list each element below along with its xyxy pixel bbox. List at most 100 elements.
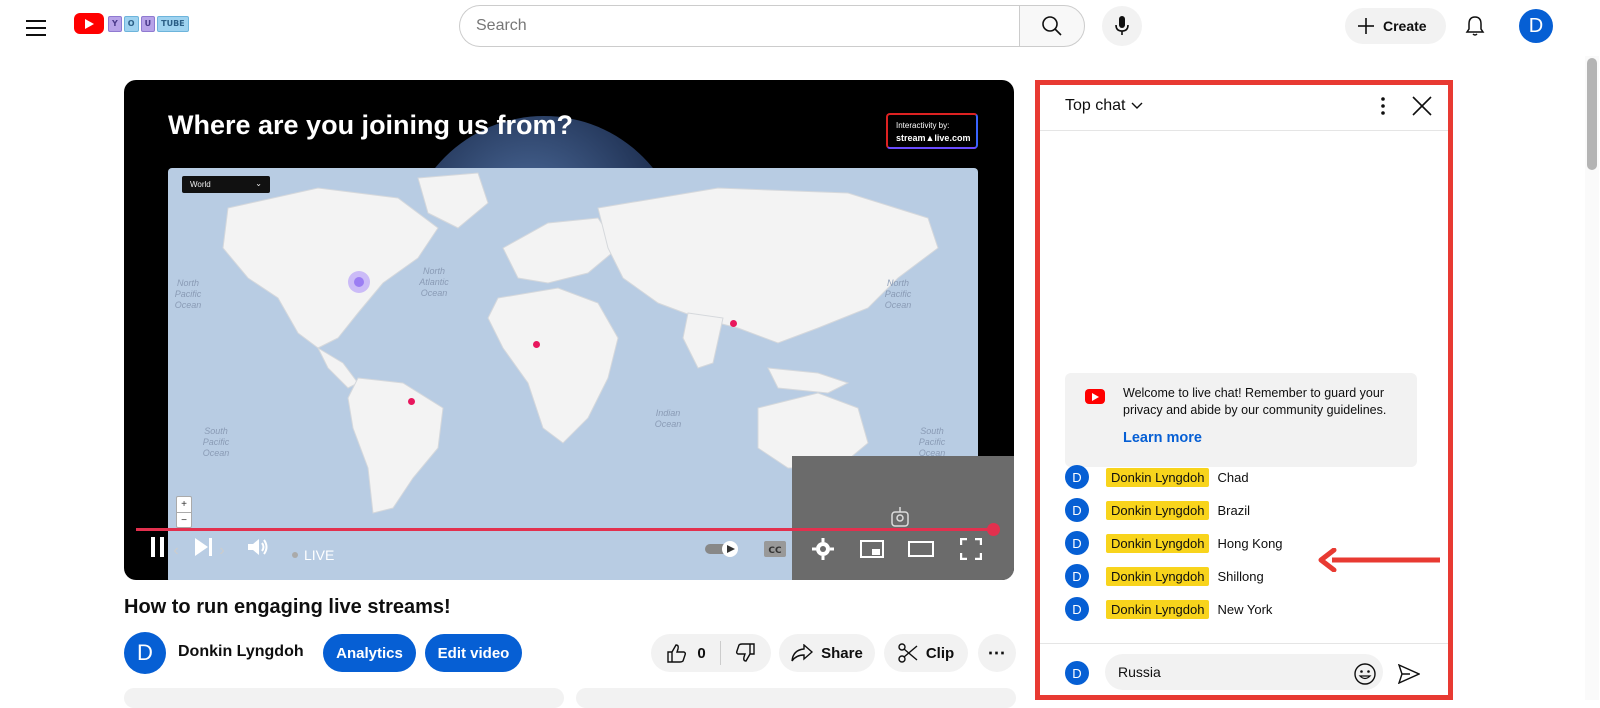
analytics-button[interactable]: Analytics — [323, 634, 416, 672]
notifications-button[interactable] — [1455, 6, 1495, 46]
comments-card — [576, 688, 1016, 708]
search-button[interactable] — [1019, 5, 1085, 47]
message-author[interactable]: Donkin Lyngdoh — [1106, 599, 1210, 619]
like-button[interactable]: 0 — [667, 641, 721, 665]
chat-input-avatar: D — [1065, 661, 1089, 685]
ocean-label: North Pacific Ocean — [174, 278, 202, 310]
overlay-title: Where are you joining us from? — [168, 110, 574, 140]
chat-message: D Donkin Lyngdoh Hong Kong — [1065, 530, 1283, 556]
create-button[interactable]: Create — [1345, 8, 1446, 44]
map-zoom-control[interactable]: + − — [176, 496, 192, 528]
message-author[interactable]: Donkin Lyngdoh — [1106, 533, 1210, 553]
gear-icon — [812, 538, 834, 560]
message-avatar[interactable]: D — [1065, 498, 1089, 522]
send-icon — [1398, 664, 1420, 684]
map-dot-hong-kong — [730, 320, 737, 327]
send-button[interactable] — [1395, 660, 1423, 688]
map-region-select[interactable]: World ⌄ — [182, 176, 270, 193]
hamburger-menu-icon[interactable] — [16, 8, 56, 48]
like-dislike-group: 0 — [651, 634, 771, 672]
voice-search-button[interactable] — [1102, 6, 1142, 46]
message-author[interactable]: Donkin Lyngdoh — [1106, 467, 1210, 487]
autoplay-toggle[interactable] — [704, 538, 742, 560]
clip-label: Clip — [925, 644, 955, 662]
masthead: Y O U TUBE Create D — [0, 0, 1600, 56]
more-vertical-icon — [1381, 97, 1385, 115]
share-button[interactable]: Share — [779, 634, 875, 672]
progress-bar[interactable] — [136, 528, 994, 531]
message-text: Chad — [1217, 469, 1249, 485]
youtube-play-icon — [1085, 389, 1105, 404]
zoom-out-button[interactable]: − — [177, 513, 191, 528]
chat-input-row: D — [1037, 643, 1452, 701]
chat-message-input[interactable] — [1105, 654, 1383, 690]
page-scrollbar[interactable] — [1585, 56, 1599, 700]
chat-message: D Donkin Lyngdoh New York — [1065, 596, 1272, 622]
close-chat-button[interactable] — [1409, 93, 1435, 119]
search-input[interactable] — [459, 5, 1019, 47]
scrollbar-thumb[interactable] — [1587, 58, 1597, 170]
map-region-value: World — [190, 180, 211, 189]
learn-more-link[interactable]: Learn more — [1123, 430, 1202, 446]
cc-icon: CC — [764, 541, 786, 557]
message-author[interactable]: Donkin Lyngdoh — [1106, 500, 1210, 520]
volume-button[interactable] — [244, 533, 272, 561]
interactivity-label: Interactivity by: — [896, 121, 950, 130]
close-icon — [1412, 96, 1432, 116]
live-indicator[interactable]: LIVE — [292, 547, 334, 563]
channel-avatar[interactable]: D — [124, 632, 166, 674]
message-text: Shillong — [1217, 568, 1264, 584]
live-chat-panel: Top chat Welcome to live chat! Remember … — [1036, 80, 1453, 700]
next-button[interactable] — [192, 535, 216, 559]
theater-mode-button[interactable] — [908, 536, 934, 562]
pause-button[interactable] — [146, 535, 170, 559]
chat-mode-dropdown[interactable]: Top chat — [1065, 97, 1143, 115]
ocean-label: South Pacific Ocean — [918, 426, 946, 458]
more-actions-button[interactable]: ⋯ — [978, 634, 1016, 672]
microphone-icon — [1115, 16, 1129, 35]
message-author[interactable]: Donkin Lyngdoh — [1106, 566, 1210, 586]
chat-message: D Donkin Lyngdoh Shillong — [1065, 563, 1264, 589]
logo-tile: Y — [108, 15, 122, 32]
edit-video-button[interactable]: Edit video — [425, 634, 522, 672]
pause-icon — [151, 537, 164, 557]
account-avatar[interactable]: D — [1519, 9, 1553, 43]
zoom-in-button[interactable]: + — [177, 497, 191, 513]
plus-icon — [1358, 18, 1374, 34]
progress-scrubber[interactable] — [987, 523, 1000, 536]
svg-text:CC: CC — [768, 546, 782, 556]
toggle-icon — [705, 541, 738, 557]
like-count: 0 — [697, 644, 706, 662]
message-avatar[interactable]: D — [1065, 564, 1089, 588]
description-card — [124, 688, 564, 708]
channel-name[interactable]: Donkin Lyngdoh — [178, 643, 304, 661]
youtube-logo[interactable]: Y O U TUBE — [74, 13, 189, 34]
bell-icon — [1465, 16, 1485, 36]
miniplayer-button[interactable] — [859, 536, 885, 562]
share-label: Share — [821, 644, 863, 662]
message-text: Hong Kong — [1217, 535, 1283, 551]
clip-button[interactable]: Clip — [884, 634, 968, 672]
live-label: LIVE — [304, 547, 335, 563]
message-avatar[interactable]: D — [1065, 597, 1089, 621]
welcome-banner: Welcome to live chat! Remember to guard … — [1065, 373, 1417, 467]
emoji-button[interactable] — [1353, 662, 1377, 686]
fullscreen-button[interactable] — [958, 536, 984, 562]
scissors-icon — [898, 643, 918, 663]
robot-icon — [891, 507, 909, 527]
theater-icon — [908, 541, 934, 557]
logo-tile: TUBE — [157, 15, 189, 32]
chevron-down-icon: ⌄ — [255, 179, 262, 188]
captions-button[interactable]: CC — [762, 538, 788, 560]
chat-message: D Donkin Lyngdoh Brazil — [1065, 497, 1250, 523]
message-avatar[interactable]: D — [1065, 531, 1089, 555]
message-avatar[interactable]: D — [1065, 465, 1089, 489]
dislike-button[interactable] — [721, 643, 755, 663]
volume-icon — [248, 539, 268, 555]
chevron-left-icon: ‹ — [173, 542, 179, 559]
play-logo-icon — [74, 13, 104, 34]
video-player[interactable]: Where are you joining us from? Interacti… — [124, 80, 1014, 580]
chevron-down-icon — [1131, 102, 1143, 109]
chat-more-options-button[interactable] — [1371, 94, 1395, 118]
settings-button[interactable] — [810, 536, 836, 562]
